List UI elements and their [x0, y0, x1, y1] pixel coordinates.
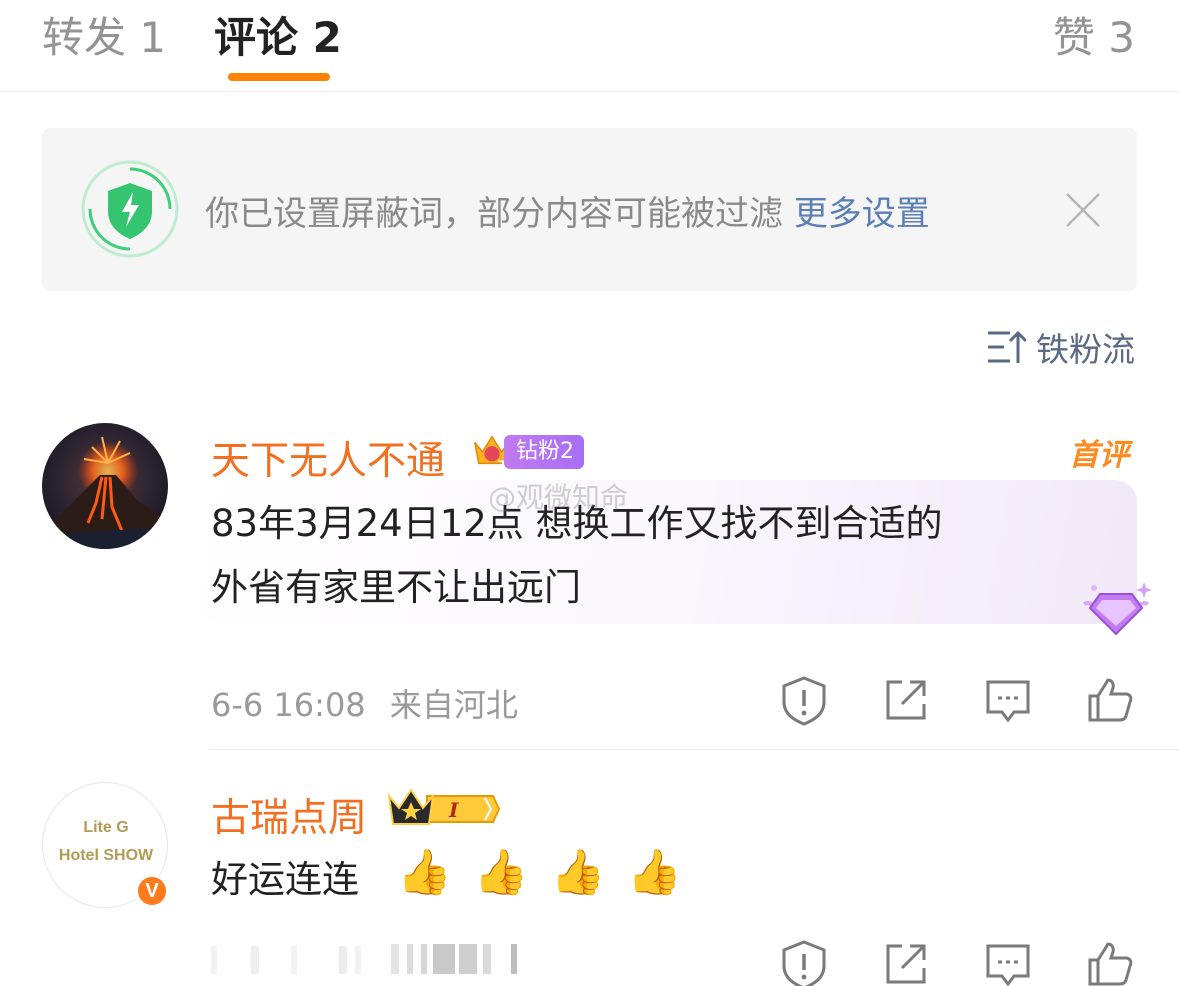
active-tab-indicator — [228, 73, 330, 81]
comment-text: 好运连连 — [211, 848, 359, 912]
comment-text-line: 83年3月24日12点 想换工作又找不到合适的 — [211, 502, 943, 545]
more-settings-link[interactable]: 更多设置 — [794, 194, 930, 234]
emoji-row: 👍 👍 👍 👍 — [397, 846, 682, 898]
fan-badge[interactable]: 钻粉2 — [504, 435, 584, 469]
purple-gem-icon — [1083, 582, 1152, 636]
filter-banner: 你已设置屏蔽词，部分内容可能被过滤 更多设置 — [42, 128, 1137, 291]
hotel-logo-avatar[interactable]: Lite G Hotel SHOW V — [42, 782, 169, 908]
comment-actions — [778, 674, 1136, 726]
comment-text: 83年3月24日12点 想换工作又找不到合适的 外省有家里不让出远门 — [211, 492, 1131, 620]
report-icon[interactable] — [778, 674, 830, 726]
comment-username[interactable]: 古瑞点周 — [211, 787, 367, 843]
thumbs-up-emoji: 👍 — [397, 847, 452, 898]
weibo-watermark: @观微知命 — [488, 481, 629, 514]
comment-username[interactable]: 天下无人不通 — [211, 430, 445, 486]
report-icon[interactable] — [778, 938, 830, 986]
thumbs-up-emoji: 👍 — [473, 847, 529, 898]
comment-actions — [778, 938, 1136, 986]
comment-icon[interactable] — [982, 938, 1034, 986]
share-icon[interactable] — [880, 938, 932, 986]
sort-icon — [988, 330, 1026, 363]
close-icon[interactable] — [1063, 190, 1103, 230]
sort-selector[interactable]: 铁粉流 — [986, 323, 1135, 371]
first-comment-tag: 首评 — [1069, 438, 1129, 473]
tab-bar: 转发 1 评论 2 赞 3 — [0, 0, 1179, 92]
avatar-logo-text: Lite G — [83, 819, 129, 836]
volcano-avatar[interactable] — [42, 423, 168, 549]
comment-location: 来自河北 — [389, 686, 518, 724]
comment-meta: 6-6 16:08 来自河北 — [211, 680, 518, 726]
tab-like[interactable]: 赞 3 — [1053, 4, 1135, 65]
comment-icon[interactable] — [982, 674, 1034, 726]
thumbs-up-emoji: 👍 — [550, 847, 606, 898]
shield-lightning-icon — [81, 160, 179, 258]
verified-badge: V — [135, 874, 169, 908]
thumbs-up-emoji: 👍 — [627, 847, 683, 898]
like-icon[interactable] — [1084, 674, 1136, 726]
comment-time: 6-6 16:08 — [211, 686, 366, 724]
comment-text-line: 外省有家里不让出远门 — [211, 566, 581, 609]
comment-text-body: 好运连连 — [211, 858, 359, 901]
comment-meta-blurred — [211, 944, 517, 974]
filter-message: 你已设置屏蔽词，部分内容可能被过滤 更多设置 — [205, 186, 930, 235]
filter-message-text: 你已设置屏蔽词，部分内容可能被过滤 — [205, 194, 783, 234]
tab-comment[interactable]: 评论 2 — [214, 4, 342, 65]
vip-crown-badge-icon: I — [387, 788, 501, 825]
tab-repost[interactable]: 转发 1 — [42, 4, 166, 65]
avatar-logo-text: Hotel SHOW — [58, 847, 154, 864]
vip-level: I — [448, 798, 459, 822]
share-icon[interactable] — [880, 674, 932, 726]
comment-divider — [209, 749, 1179, 750]
sort-label: 铁粉流 — [1036, 330, 1135, 369]
like-icon[interactable] — [1084, 938, 1136, 986]
